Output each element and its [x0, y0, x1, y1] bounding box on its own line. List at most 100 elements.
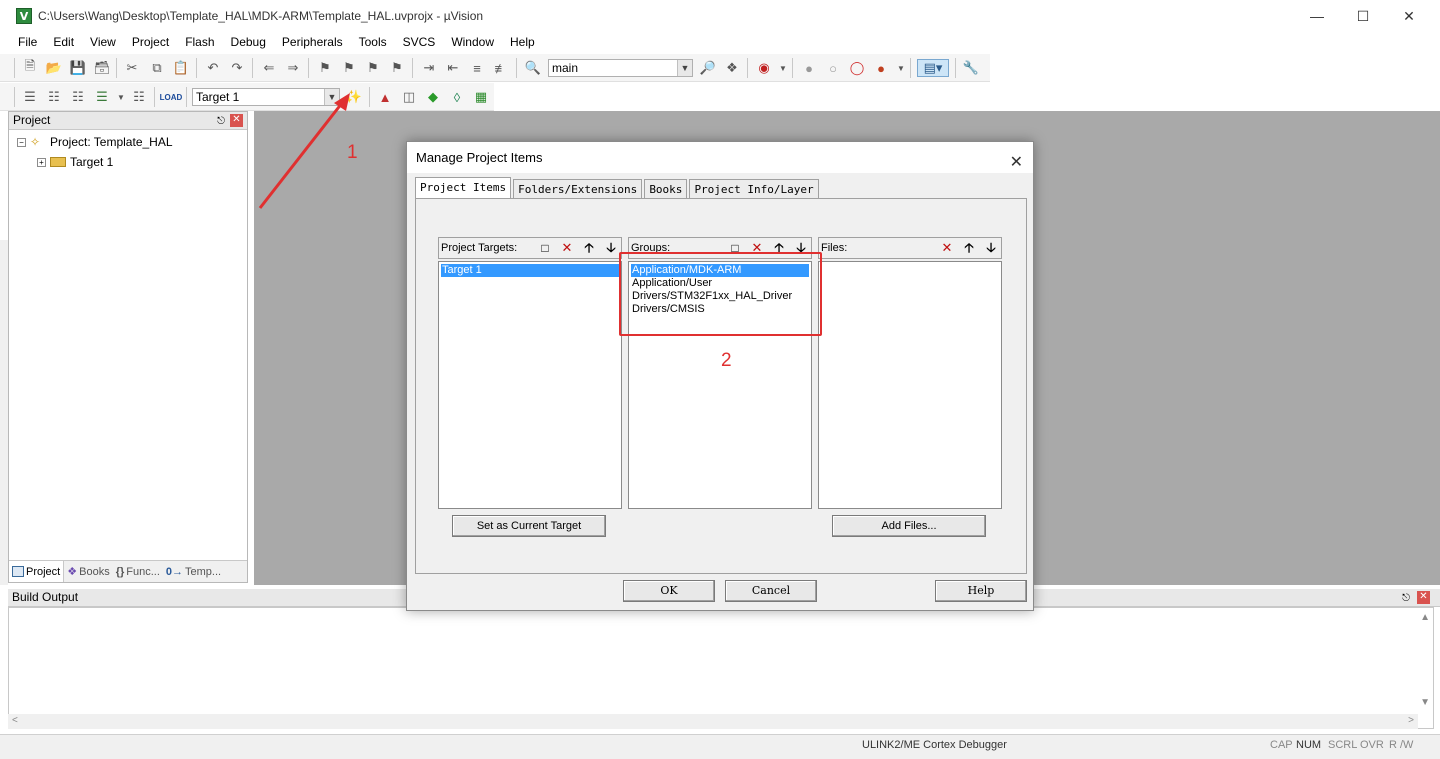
minimize-button[interactable]: —	[1294, 0, 1340, 32]
clear-bookmarks-icon[interactable]: ⚑	[388, 59, 406, 77]
new-file-icon[interactable]: 🗎	[21, 58, 39, 77]
tab-project[interactable]: Project	[9, 561, 65, 582]
download-load-icon[interactable]: LOAD	[160, 88, 183, 106]
expand-icon[interactable]: +	[37, 157, 46, 167]
redo-icon[interactable]: ↷	[228, 59, 246, 77]
help-button[interactable]: Help	[935, 580, 1027, 602]
menu-view[interactable]: View	[82, 35, 124, 49]
kill-breakpoints-icon[interactable]: ●	[872, 59, 890, 77]
tab-functions[interactable]: {} Func...	[113, 561, 163, 582]
disable-breakpoints-icon[interactable]: ◯	[848, 59, 866, 77]
undo-icon[interactable]: ↶	[204, 59, 222, 77]
save-icon[interactable]: 💾	[69, 59, 87, 77]
find-icon[interactable]: 🔎	[699, 59, 717, 77]
menu-edit[interactable]: Edit	[45, 35, 82, 49]
open-folder-icon[interactable]: 📂	[45, 59, 63, 77]
tab-templates[interactable]: 0→ Temp...	[163, 561, 224, 582]
rebuild-icon[interactable]: ☷	[69, 88, 87, 106]
menu-project[interactable]: Project	[124, 35, 177, 49]
horizontal-scrollbar[interactable]: < >	[8, 714, 1418, 729]
scroll-up-icon[interactable]: ▲	[1420, 612, 1430, 623]
uncomment-icon[interactable]: ≢	[492, 59, 510, 77]
chevron-down-icon[interactable]: ▼	[774, 59, 792, 77]
pin-icon[interactable]: ⎋	[217, 113, 225, 130]
set-current-target-button[interactable]: Set as Current Target	[452, 515, 606, 537]
menu-window[interactable]: Window	[443, 35, 502, 49]
build-icon[interactable]: ☷	[45, 88, 63, 106]
move-up-icon[interactable]: 🡡	[961, 240, 977, 256]
environment-icon[interactable]: ▦	[472, 88, 490, 106]
new-insert-icon[interactable]: □	[537, 240, 553, 256]
delete-icon[interactable]: ✕	[939, 240, 955, 256]
menu-help[interactable]: Help	[502, 35, 543, 49]
list-item[interactable]: Target 1	[441, 264, 619, 277]
templates-icon: 0→	[165, 565, 184, 578]
insert-breakpoint-icon[interactable]: ●	[800, 59, 818, 77]
chevron-down-icon[interactable]: ▼	[112, 88, 130, 106]
window-layout-icon[interactable]: ▤▾	[917, 59, 949, 77]
stop-build-icon[interactable]: ☷	[130, 88, 148, 106]
indent-icon[interactable]: ⇥	[420, 59, 438, 77]
toolbar-separator	[369, 87, 370, 107]
find-combo[interactable]: main ▼	[548, 59, 693, 77]
incremental-find-icon[interactable]: ❖	[723, 59, 741, 77]
comment-icon[interactable]: ≡	[468, 59, 486, 77]
menu-tools[interactable]: Tools	[351, 35, 395, 49]
find-in-files-icon[interactable]: 🔍	[524, 59, 542, 77]
paste-icon[interactable]: 📋	[172, 59, 190, 77]
cut-icon[interactable]: ✂	[123, 59, 141, 77]
tab-books[interactable]: Books	[644, 179, 688, 198]
tab-project-items[interactable]: Project Items	[415, 177, 512, 198]
build-output-text[interactable]: ▲ ▼	[8, 607, 1434, 729]
move-down-icon[interactable]: 🡣	[603, 240, 619, 256]
tab-books[interactable]: ❖ Books	[64, 561, 112, 582]
targets-label: Project Targets:	[441, 242, 518, 254]
configure-tools-icon[interactable]: 🔧	[962, 59, 980, 77]
ok-button[interactable]: OK	[623, 580, 715, 602]
enable-breakpoint-icon[interactable]: ○	[824, 59, 842, 77]
unindent-icon[interactable]: ⇤	[444, 59, 462, 77]
close-icon[interactable]: ✕	[230, 114, 243, 127]
move-down-icon[interactable]: 🡣	[983, 240, 999, 256]
menu-peripherals[interactable]: Peripherals	[274, 35, 351, 49]
manage-project-items-icon[interactable]: ▲	[376, 88, 394, 106]
menu-svcs[interactable]: SVCS	[395, 35, 444, 49]
menu-debug[interactable]: Debug	[223, 35, 274, 49]
cancel-button[interactable]: Cancel	[725, 580, 817, 602]
pack-installer-icon[interactable]: ◊	[448, 88, 466, 106]
batch-build-icon[interactable]: ☰	[93, 88, 111, 106]
debug-session-icon[interactable]: ◉	[755, 59, 773, 77]
menu-flash[interactable]: Flash	[177, 35, 222, 49]
copy-icon[interactable]: ⧉	[148, 59, 166, 77]
menu-file[interactable]: File	[10, 35, 45, 49]
close-window-button[interactable]: ✕	[1386, 0, 1432, 32]
scroll-left-icon[interactable]: <	[12, 715, 18, 726]
save-all-icon[interactable]: 🗃	[93, 59, 111, 77]
close-icon[interactable]: ✕	[1010, 147, 1023, 178]
chevron-down-icon[interactable]: ▼	[892, 59, 910, 77]
navigate-forward-icon[interactable]: ⇒	[284, 59, 302, 77]
targets-list[interactable]: Target 1	[438, 261, 622, 509]
tree-project-root[interactable]: − ✧ Project: Template_HAL	[17, 135, 173, 149]
delete-icon[interactable]: ✕	[559, 240, 575, 256]
close-icon[interactable]: ✕	[1417, 591, 1430, 604]
next-bookmark-icon[interactable]: ⚑	[364, 59, 382, 77]
collapse-icon[interactable]: −	[17, 137, 26, 147]
tab-project-info-layer[interactable]: Project Info/Layer	[689, 179, 819, 198]
select-packs-icon[interactable]: ◫	[400, 88, 418, 106]
navigate-back-icon[interactable]: ⇐	[260, 59, 278, 77]
bookmark-icon[interactable]: ⚑	[316, 59, 334, 77]
translate-icon[interactable]: ☰	[21, 88, 39, 106]
scroll-down-icon[interactable]: ▼	[1420, 697, 1430, 708]
maximize-button[interactable]: ☐	[1340, 0, 1386, 32]
manage-rte-icon[interactable]: ◆	[424, 88, 442, 106]
move-up-icon[interactable]: 🡡	[581, 240, 597, 256]
tab-folders-extensions[interactable]: Folders/Extensions	[513, 179, 643, 198]
tree-target-node[interactable]: + Target 1	[37, 155, 113, 169]
prev-bookmark-icon[interactable]: ⚑	[340, 59, 358, 77]
pin-icon[interactable]: ⎋	[1402, 590, 1410, 607]
add-files-button[interactable]: Add Files...	[832, 515, 986, 537]
chevron-down-icon[interactable]: ▼	[677, 60, 692, 76]
files-list[interactable]	[818, 261, 1002, 509]
scroll-right-icon[interactable]: >	[1408, 715, 1414, 726]
